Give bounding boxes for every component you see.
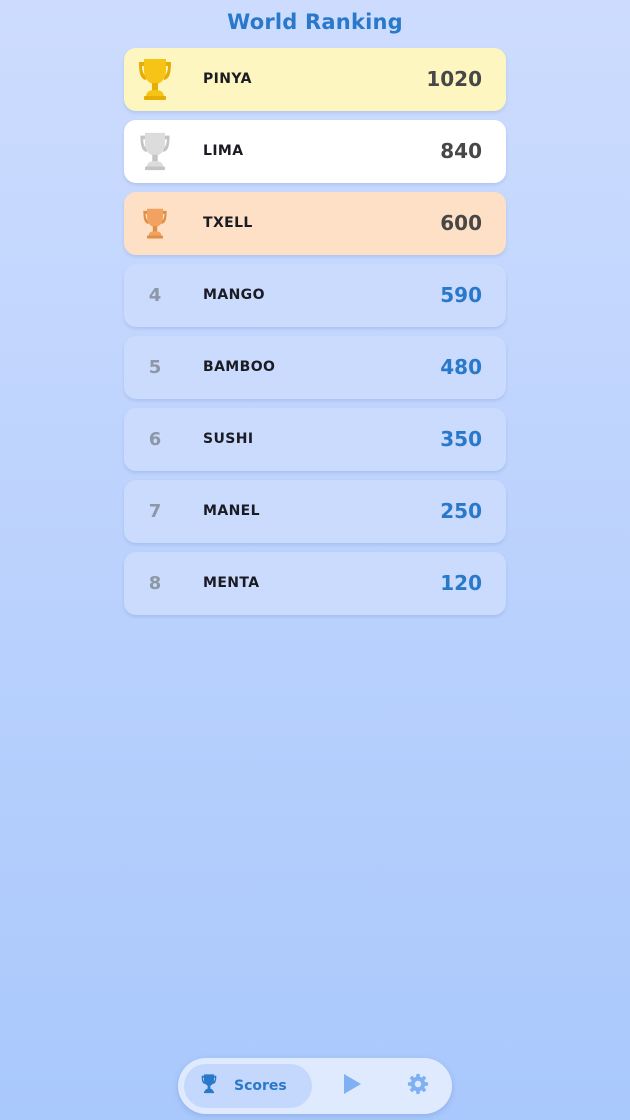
ranking-row[interactable]: 4 MANGO 590 bbox=[124, 264, 506, 327]
play-icon bbox=[341, 1072, 363, 1100]
rank-position: 4 bbox=[124, 264, 186, 327]
rank-position: 5 bbox=[124, 336, 186, 399]
rank-number: 7 bbox=[148, 501, 162, 522]
player-name: SUSHI bbox=[203, 431, 254, 447]
player-score: 480 bbox=[440, 355, 482, 379]
nav-scores-label: Scores bbox=[234, 1078, 287, 1094]
rank-position: 7 bbox=[124, 480, 186, 543]
ranking-row[interactable]: 8 MENTA 120 bbox=[124, 552, 506, 615]
player-score: 590 bbox=[440, 283, 482, 307]
nav-settings-button[interactable] bbox=[404, 1072, 432, 1100]
nav-play-button[interactable] bbox=[338, 1072, 366, 1100]
player-name: MENTA bbox=[203, 575, 260, 591]
rank-position: 6 bbox=[124, 408, 186, 471]
player-name: TXELL bbox=[203, 215, 253, 231]
trophy-icon bbox=[198, 1073, 220, 1099]
player-score: 250 bbox=[440, 499, 482, 523]
rank-number: 8 bbox=[148, 573, 162, 594]
player-name: MANEL bbox=[203, 503, 260, 519]
gear-icon bbox=[407, 1073, 429, 1099]
player-score: 1020 bbox=[426, 67, 482, 91]
player-score: 120 bbox=[440, 571, 482, 595]
ranking-row[interactable]: LIMA 840 bbox=[124, 120, 506, 183]
rank-position: 8 bbox=[124, 552, 186, 615]
ranking-row[interactable]: 5 BAMBOO 480 bbox=[124, 336, 506, 399]
bronze-trophy-icon bbox=[124, 192, 186, 255]
rank-number: 5 bbox=[148, 357, 162, 378]
bottom-nav: Scores bbox=[178, 1058, 452, 1114]
rank-number: 6 bbox=[148, 429, 162, 450]
rank-number: 4 bbox=[148, 285, 162, 306]
player-score: 350 bbox=[440, 427, 482, 451]
nav-scores-button[interactable]: Scores bbox=[184, 1064, 312, 1108]
page-title: World Ranking bbox=[227, 10, 403, 34]
ranking-row[interactable]: PINYA 1020 bbox=[124, 48, 506, 111]
silver-trophy-icon bbox=[124, 120, 186, 183]
ranking-row[interactable]: TXELL 600 bbox=[124, 192, 506, 255]
player-name: LIMA bbox=[203, 143, 244, 159]
gold-trophy-icon bbox=[124, 48, 186, 111]
player-name: BAMBOO bbox=[203, 359, 276, 375]
ranking-list: PINYA 1020 LIMA 840 TXELL 600 4 MANGO 59… bbox=[124, 48, 506, 624]
ranking-row[interactable]: 6 SUSHI 350 bbox=[124, 408, 506, 471]
player-name: PINYA bbox=[203, 71, 252, 87]
ranking-row[interactable]: 7 MANEL 250 bbox=[124, 480, 506, 543]
player-name: MANGO bbox=[203, 287, 265, 303]
player-score: 840 bbox=[440, 139, 482, 163]
player-score: 600 bbox=[440, 211, 482, 235]
